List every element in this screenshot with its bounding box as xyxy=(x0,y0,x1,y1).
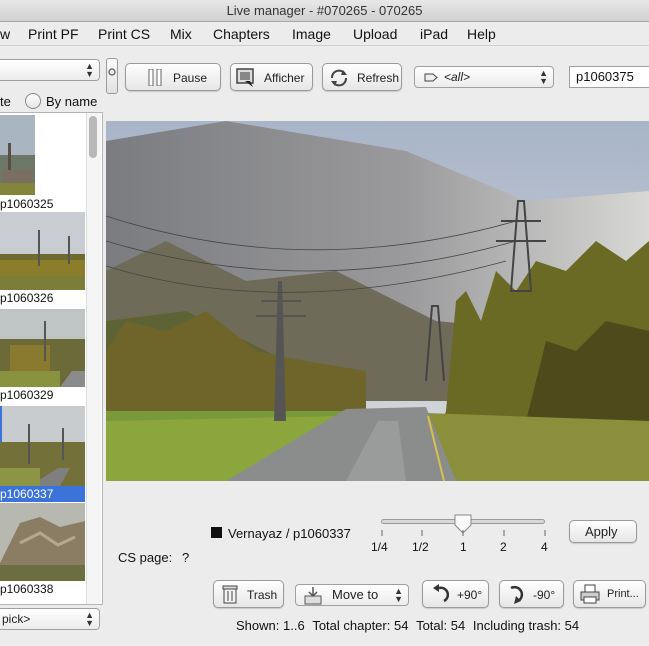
zoom-tick-label: 1/4 xyxy=(371,540,388,554)
move-to-select[interactable]: Move to ▲ ▼ xyxy=(295,584,409,606)
menu-view[interactable]: w xyxy=(0,22,10,46)
shown-value: 1..6 xyxy=(283,618,305,633)
thumbnail-image xyxy=(0,503,85,581)
sort-by-date-label: te xyxy=(0,94,11,109)
thumbnail-image xyxy=(0,212,85,290)
menu-image[interactable]: Image xyxy=(292,22,331,46)
filter-value: <all> xyxy=(444,70,471,84)
list-item-selected[interactable]: p1060337 xyxy=(0,406,85,502)
rotate-right-icon xyxy=(510,585,524,604)
chapter-select[interactable]: ▲ ▼ xyxy=(0,59,100,81)
thumbnail-image xyxy=(0,309,85,387)
trash-button[interactable]: Trash xyxy=(213,580,284,608)
select-arrows-icon: ▲ ▼ xyxy=(394,586,403,604)
print-label: Print... xyxy=(607,588,639,600)
cs-page-label: CS page: xyxy=(118,550,173,565)
select-arrows-icon: ▲ ▼ xyxy=(85,61,94,79)
including-trash-label: Including trash: xyxy=(472,618,562,633)
window-title: Live manager - #070265 - 070265 xyxy=(226,3,423,18)
printer-icon xyxy=(580,584,600,604)
menu-chapters[interactable]: Chapters xyxy=(213,22,270,46)
pause-icon xyxy=(148,69,162,86)
list-item[interactable]: p1060338 xyxy=(0,503,85,598)
refresh-label: Refresh xyxy=(357,71,400,85)
menu-ipad[interactable]: iPad xyxy=(420,22,448,46)
thumbnail-image xyxy=(0,115,35,195)
thumbnail-caption: p1060325 xyxy=(0,197,54,211)
trash-icon xyxy=(222,585,238,604)
filter-select[interactable]: <all> ▲ ▼ xyxy=(414,66,554,88)
total-chapter-value: 54 xyxy=(393,618,409,633)
sort-by-name-radio[interactable] xyxy=(25,93,41,109)
move-to-icon xyxy=(304,587,322,605)
rotate-left-icon xyxy=(433,584,449,603)
total-value: 54 xyxy=(450,618,466,633)
sort-by-name-label: By name xyxy=(46,94,98,109)
trash-label: Trash xyxy=(247,588,278,602)
refresh-icon xyxy=(331,69,347,87)
color-swatch xyxy=(211,527,222,538)
total-label: Total: xyxy=(416,618,448,633)
rotate-plus-90-label: +90° xyxy=(457,588,483,602)
afficher-label: Afficher xyxy=(264,71,305,85)
status-bar: Shown: 1..6 Total chapter: 54 Total: 54 … xyxy=(236,618,579,633)
thumbnail-caption: p1060329 xyxy=(0,388,54,402)
total-chapter-label: Total chapter: xyxy=(312,618,391,633)
shown-label: Shown: xyxy=(236,618,280,633)
zoom-slider-ticks xyxy=(381,530,546,536)
photo-id-field[interactable]: p1060375 xyxy=(569,66,649,88)
photo-caption: Vernayaz / p1060337 xyxy=(228,526,351,541)
menu-upload[interactable]: Upload xyxy=(353,22,397,46)
scrollbar-thumb[interactable] xyxy=(89,116,97,158)
pick-select-value: pick> xyxy=(2,612,31,626)
list-item[interactable]: p1060329 xyxy=(0,309,85,404)
display-icon xyxy=(236,68,254,87)
print-button[interactable]: Print... xyxy=(573,580,646,608)
pick-select[interactable]: pick> ▲ ▼ xyxy=(0,608,100,630)
cs-page-value: ? xyxy=(182,550,190,565)
menu-mix[interactable]: Mix xyxy=(170,22,192,46)
menu-print-cs[interactable]: Print CS xyxy=(98,22,150,46)
window-title-bar: Live manager - #070265 - 070265 xyxy=(0,0,649,22)
thumbnail-scrollbar[interactable] xyxy=(86,113,101,604)
menu-bar: w Print PF Print CS Mix Chapters Image U… xyxy=(0,22,649,46)
rotate-minus-90-label: -90° xyxy=(533,588,556,602)
list-item[interactable]: p1060326 xyxy=(0,212,85,307)
afficher-button[interactable]: Afficher xyxy=(230,63,313,91)
rotate-plus-90-button[interactable]: +90° xyxy=(422,580,489,608)
thumbnail-caption: p1060338 xyxy=(0,582,54,596)
menu-help[interactable]: Help xyxy=(467,22,496,46)
thumbnail-caption: p1060326 xyxy=(0,291,54,305)
zoom-tick-label: 4 xyxy=(541,540,548,554)
pause-label: Pause xyxy=(173,71,208,85)
select-arrows-icon: ▲ ▼ xyxy=(85,610,94,628)
rotate-minus-90-button[interactable]: -90° xyxy=(499,580,564,608)
thumbnail-caption: p1060337 xyxy=(0,486,85,502)
menu-print-pf[interactable]: Print PF xyxy=(28,22,79,46)
tag-icon xyxy=(424,73,438,82)
list-item[interactable]: p1060325 xyxy=(0,115,85,211)
refresh-button[interactable]: Refresh xyxy=(322,63,402,91)
move-to-label: Move to xyxy=(332,587,379,602)
pause-button[interactable]: Pause xyxy=(125,63,221,91)
including-trash-value: 54 xyxy=(564,618,580,633)
main-photo xyxy=(106,121,649,481)
zoom-tick-label: 1/2 xyxy=(412,540,429,554)
apply-label: Apply xyxy=(585,524,618,539)
magnifier-icon xyxy=(108,68,116,76)
thumbnail-image xyxy=(0,406,85,486)
zoom-tick-label: 2 xyxy=(500,540,507,554)
apply-button[interactable]: Apply xyxy=(569,520,637,543)
zoom-tick-label: 1 xyxy=(460,540,467,554)
search-toggle-button[interactable] xyxy=(106,58,118,94)
select-arrows-icon: ▲ ▼ xyxy=(539,68,548,86)
